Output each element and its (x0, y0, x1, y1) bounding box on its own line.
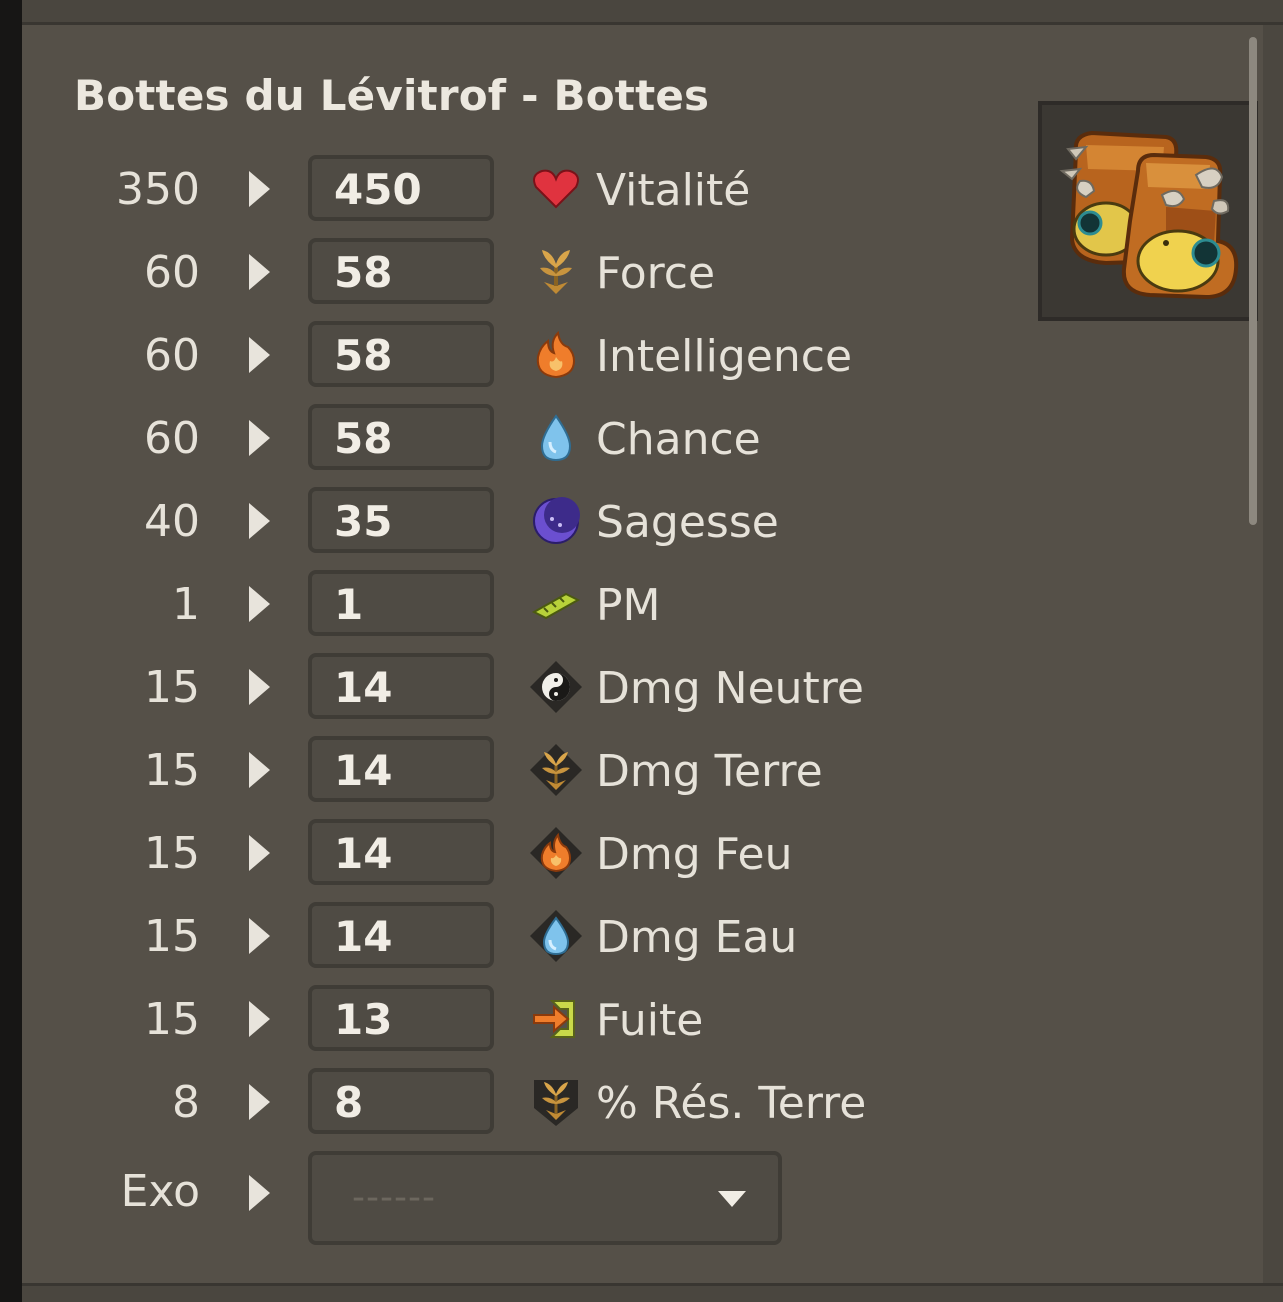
stat-row-fuite: 15 13 Fuite (22, 985, 922, 1055)
stat-row-dmg-terre: 15 14 Dmg Terre (22, 736, 922, 806)
stat-base-value: 15 (144, 745, 200, 796)
stat-row-dmg-neutre: 15 14 Dmg Neutre (22, 653, 922, 723)
stat-value-input[interactable]: 14 (308, 819, 494, 885)
exo-row: Exo ------ (22, 1151, 922, 1247)
arrow-right-icon[interactable] (246, 916, 272, 956)
stat-base-value: 8 (172, 1077, 200, 1128)
stat-value-input[interactable]: 58 (308, 321, 494, 387)
stat-name: Sagesse (596, 497, 779, 548)
stat-value-input[interactable]: 14 (308, 902, 494, 968)
arrow-right-icon[interactable] (246, 1173, 272, 1213)
arrow-right-icon[interactable] (246, 335, 272, 375)
stat-name: Dmg Feu (596, 829, 793, 880)
exo-label: Exo (120, 1166, 200, 1217)
stat-name: Vitalité (596, 165, 751, 216)
stat-base-value: 60 (144, 413, 200, 464)
stat-name: Chance (596, 414, 761, 465)
arrow-right-icon[interactable] (246, 1082, 272, 1122)
item-image-frame (1038, 101, 1258, 321)
stat-row-dmg-feu: 15 14 Dmg Feu (22, 819, 922, 889)
stat-row-res-terre: 8 8 % Rés. Terre (22, 1068, 922, 1138)
moon-icon (533, 497, 580, 544)
window-left-edge (0, 0, 22, 1302)
stat-value-input[interactable]: 8 (308, 1068, 494, 1134)
stat-row-sagesse: 40 35 Sagesse (22, 487, 922, 557)
stat-value-input[interactable]: 450 (308, 155, 494, 221)
stat-base-value: 15 (144, 828, 200, 879)
flee-arrow-icon (533, 1000, 575, 1038)
fire-damage-icon (530, 827, 582, 879)
stat-base-value: 60 (144, 247, 200, 298)
stat-name: Dmg Eau (596, 912, 798, 963)
arrow-right-icon[interactable] (246, 418, 272, 458)
earth-resistance-icon (534, 1080, 578, 1126)
earth-sprout-icon (540, 250, 572, 294)
earth-damage-icon (530, 744, 582, 796)
arrow-right-icon[interactable] (246, 667, 272, 707)
arrow-right-icon[interactable] (246, 169, 272, 209)
stat-name: Intelligence (596, 331, 853, 382)
exo-select[interactable]: ------ (308, 1151, 782, 1245)
bottom-divider (22, 1283, 1283, 1302)
stat-name: PM (596, 580, 661, 631)
stat-name: Fuite (596, 995, 704, 1046)
stat-row-force: 60 58 Force (22, 238, 922, 308)
stat-value-input[interactable]: 13 (308, 985, 494, 1051)
stat-value-input[interactable]: 35 (308, 487, 494, 553)
stat-base-value: 40 (144, 496, 200, 547)
neutral-yinyang-icon (530, 661, 582, 713)
stat-base-value: 15 (144, 662, 200, 713)
scrollbar[interactable] (1249, 37, 1257, 525)
stat-row-chance: 60 58 Chance (22, 404, 922, 474)
stat-row-intelligence: 60 58 Intelligence (22, 321, 922, 391)
arrow-right-icon[interactable] (246, 833, 272, 873)
water-damage-icon (530, 910, 582, 962)
stat-value-input[interactable]: 14 (308, 653, 494, 719)
top-divider (22, 0, 1283, 25)
stat-base-value: 60 (144, 330, 200, 381)
stat-base-value: 15 (144, 994, 200, 1045)
exo-placeholder: ------ (352, 1177, 436, 1218)
stat-base-value: 1 (172, 579, 200, 630)
item-stats-panel: Bottes du Lévitrof - Bottes 350 450 Vita… (22, 25, 1263, 1283)
stat-name: Force (596, 248, 716, 299)
arrow-right-icon[interactable] (246, 584, 272, 624)
stat-name: % Rés. Terre (596, 1078, 867, 1129)
stat-row-pm: 1 1 PM (22, 570, 922, 640)
stat-base-value: 15 (144, 911, 200, 962)
stat-value-input[interactable]: 14 (308, 736, 494, 802)
stat-value-input[interactable]: 1 (308, 570, 494, 636)
stat-name: Dmg Terre (596, 746, 823, 797)
chevron-down-icon (718, 1191, 746, 1207)
stat-row-dmg-eau: 15 14 Dmg Eau (22, 902, 922, 972)
fire-icon (536, 330, 576, 379)
item-title: Bottes du Lévitrof - Bottes (74, 71, 710, 120)
heart-icon (533, 169, 579, 209)
stat-base-value: 350 (116, 164, 200, 215)
stat-name: Dmg Neutre (596, 663, 864, 714)
boots-image (1059, 130, 1239, 300)
stat-row-vitalite: 350 450 Vitalité (22, 155, 922, 225)
water-drop-icon (540, 414, 572, 462)
arrow-right-icon[interactable] (246, 252, 272, 292)
arrow-right-icon[interactable] (246, 999, 272, 1039)
mp-boot-icon (531, 592, 581, 620)
arrow-right-icon[interactable] (246, 501, 272, 541)
stat-value-input[interactable]: 58 (308, 404, 494, 470)
arrow-right-icon[interactable] (246, 750, 272, 790)
stat-value-input[interactable]: 58 (308, 238, 494, 304)
